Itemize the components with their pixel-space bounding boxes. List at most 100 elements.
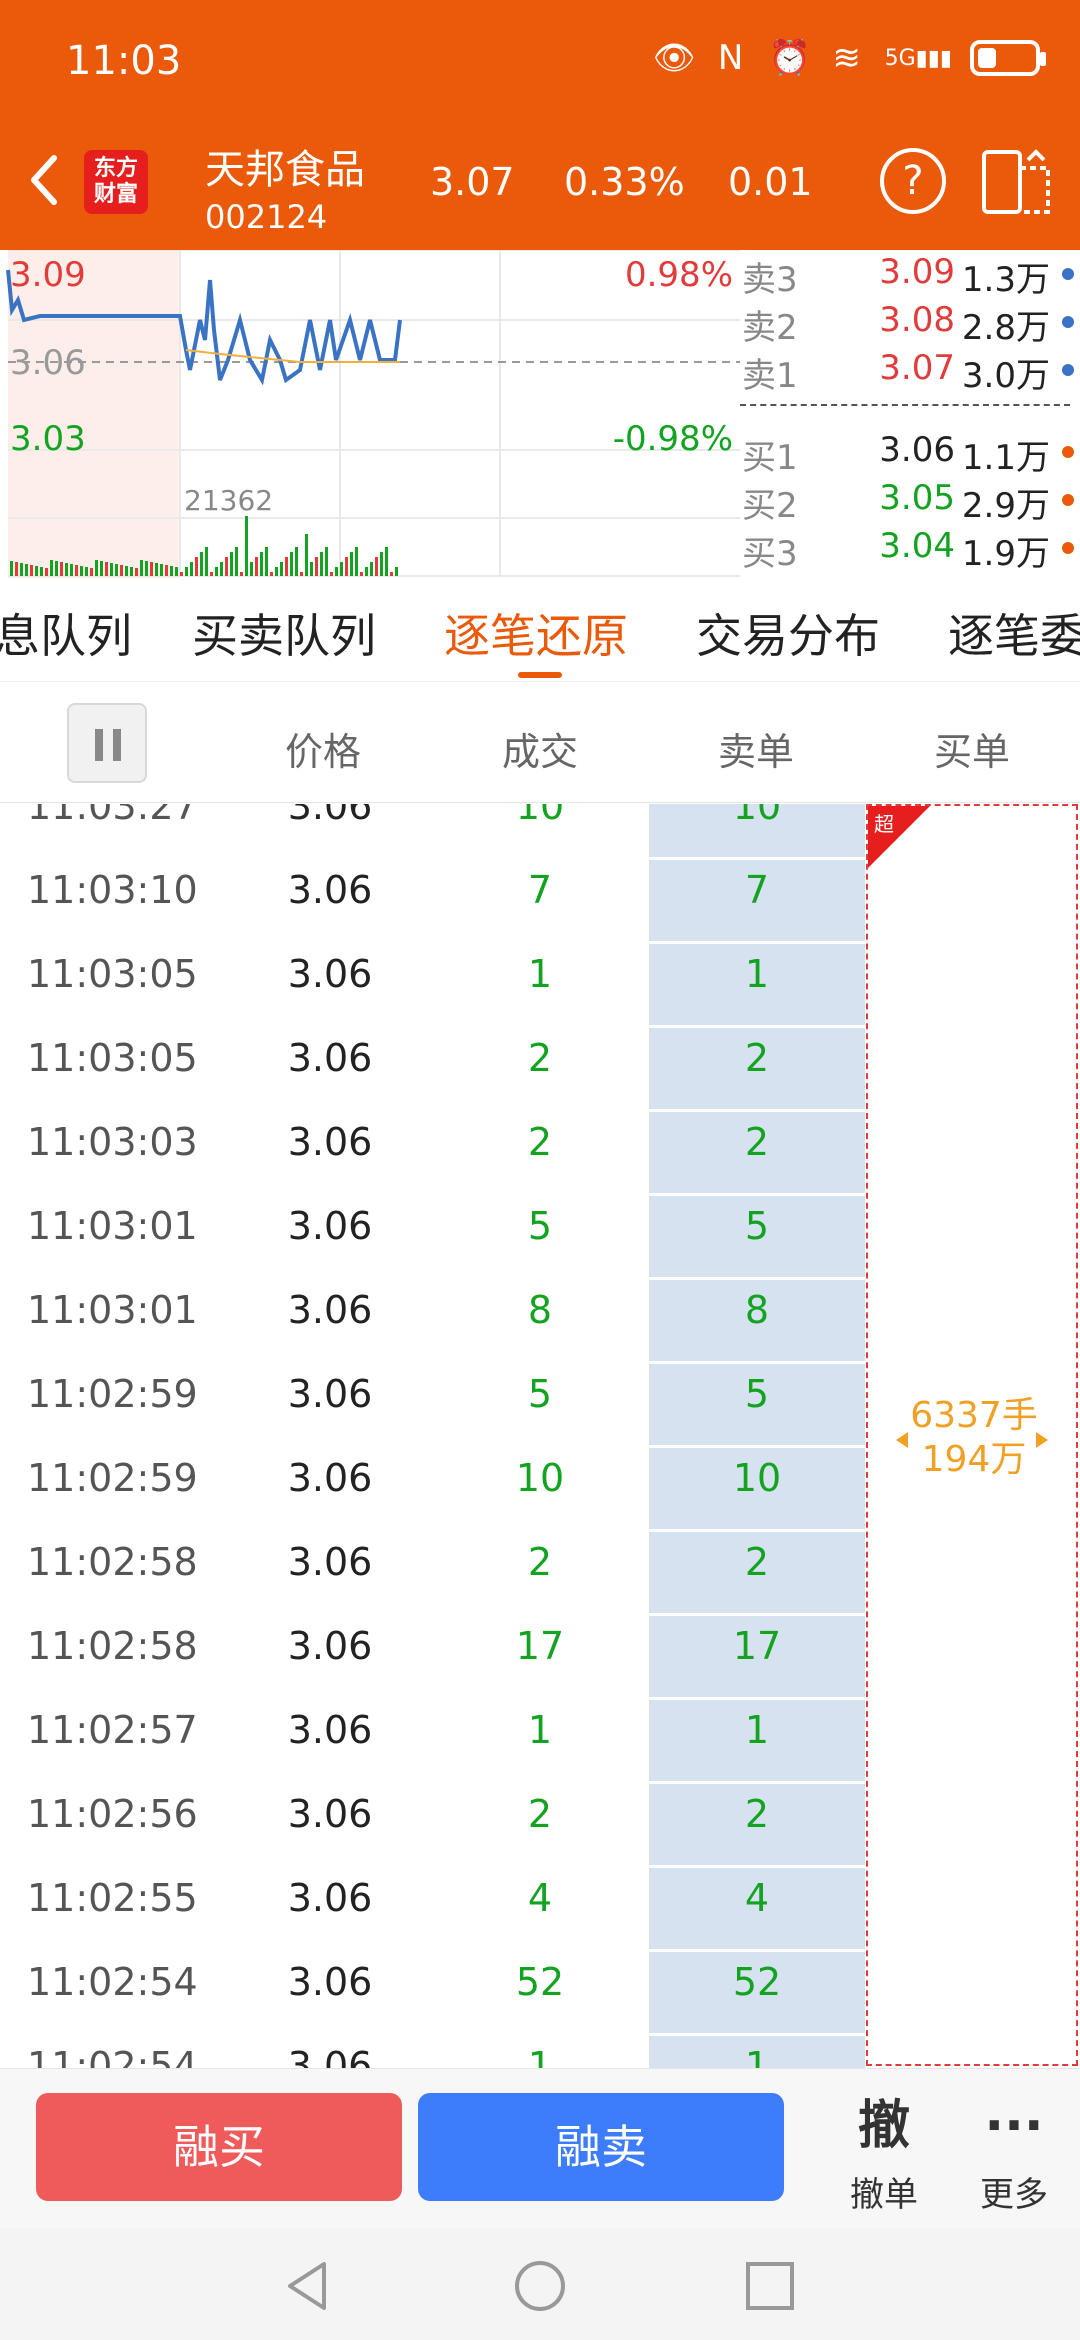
margin-buy-button[interactable]: 融买 bbox=[36, 2093, 402, 2201]
trade-sell-order: 7 bbox=[649, 860, 865, 941]
volume-bar bbox=[380, 552, 383, 576]
trade-price: 3.06 bbox=[287, 952, 373, 996]
pause-icon[interactable] bbox=[67, 703, 147, 783]
volume-bar bbox=[285, 557, 288, 576]
battery-icon bbox=[970, 40, 1046, 76]
tab-queue[interactable]: 息队列 bbox=[0, 600, 132, 666]
volume-bar bbox=[355, 547, 358, 576]
tab-tick-orders[interactable]: 逐笔委 bbox=[948, 600, 1080, 666]
bid-row: 买1 3.06 1.1万 bbox=[740, 430, 1080, 478]
trade-time: 11:02:55 bbox=[27, 1876, 198, 1920]
trade-time: 11:03:27 bbox=[27, 804, 198, 828]
volume-bar bbox=[40, 567, 43, 576]
tab-trade-distribution[interactable]: 交易分布 bbox=[696, 600, 880, 666]
big-buy-order-box[interactable]: 超 6337手 194万 bbox=[866, 804, 1078, 2066]
more-label: 更多 bbox=[980, 2175, 1048, 2215]
more-button[interactable]: ··· 更多 bbox=[954, 2091, 1074, 2216]
volume-peak-label: 21362 bbox=[184, 484, 273, 517]
price-low-label: 3.03 bbox=[10, 419, 86, 459]
volume-bar bbox=[105, 562, 108, 576]
volume-bar bbox=[335, 567, 338, 576]
volume-bar bbox=[315, 557, 318, 576]
trade-volume: 5 bbox=[527, 1372, 553, 1416]
col-price: 价格 bbox=[284, 730, 361, 774]
pct-high-label: 0.98% bbox=[625, 255, 733, 295]
volume-bar bbox=[370, 562, 373, 576]
action-bar: 融买 融卖 撤 撤单 ··· 更多 bbox=[0, 2068, 1080, 2228]
tab-bar: 息队列 买卖队列 逐笔还原 交易分布 逐笔委 bbox=[0, 578, 1080, 682]
ask-row: 卖3 3.09 1.3万 bbox=[740, 252, 1080, 300]
trade-price: 3.06 bbox=[287, 1960, 373, 2004]
volume-bar bbox=[100, 561, 103, 576]
volume-bar bbox=[160, 564, 163, 576]
volume-bar bbox=[55, 561, 58, 576]
stock-name[interactable]: 天邦食品 bbox=[205, 137, 365, 195]
nav-home-icon[interactable] bbox=[510, 2256, 570, 2316]
eye-icon: 👁 bbox=[652, 38, 696, 78]
volume-bar bbox=[130, 567, 133, 576]
volume-bar bbox=[90, 568, 93, 576]
trade-price: 3.06 bbox=[287, 2044, 373, 2068]
trade-time: 11:03:10 bbox=[27, 868, 198, 912]
header-price: 3.07 bbox=[430, 160, 515, 204]
tab-tick-restore[interactable]: 逐笔还原 bbox=[444, 600, 628, 666]
volume-bar bbox=[350, 552, 353, 576]
intraday-chart[interactable]: 3.09 3.06 3.03 0.98% -0.98% 21362 bbox=[0, 250, 740, 578]
volume-bar bbox=[325, 547, 328, 576]
volume-bar bbox=[310, 562, 313, 576]
trade-time: 11:02:58 bbox=[27, 1624, 198, 1668]
help-icon[interactable]: ? bbox=[880, 148, 946, 214]
ask-row: 卖1 3.07 3.0万 bbox=[740, 348, 1080, 396]
volume-bar bbox=[145, 561, 148, 576]
col-sell: 卖单 bbox=[717, 730, 794, 774]
volume-bar bbox=[150, 562, 153, 576]
volume-bar bbox=[240, 572, 243, 576]
trade-price: 3.06 bbox=[287, 1120, 373, 1164]
more-icon: ··· bbox=[984, 2096, 1044, 2156]
nav-recents-icon[interactable] bbox=[740, 2256, 800, 2316]
trade-sell-order: 10 bbox=[649, 1448, 865, 1529]
volume-bar bbox=[135, 568, 138, 576]
trade-sell-order: 2 bbox=[649, 1028, 865, 1109]
trade-price: 3.06 bbox=[287, 804, 373, 828]
volume-bar bbox=[15, 562, 18, 576]
header-change: 0.01 bbox=[728, 160, 813, 204]
volume-bar bbox=[305, 534, 308, 576]
trade-volume: 2 bbox=[527, 1540, 553, 1584]
trade-price: 3.06 bbox=[287, 1708, 373, 1752]
volume-bar bbox=[140, 560, 143, 576]
trade-volume: 2 bbox=[527, 1792, 553, 1836]
nav-back-icon[interactable] bbox=[278, 2256, 338, 2316]
trade-volume: 17 bbox=[515, 1624, 565, 1668]
trade-volume: 4 bbox=[527, 1876, 553, 1920]
margin-sell-button[interactable]: 融卖 bbox=[418, 2093, 784, 2201]
trade-volume: 1 bbox=[527, 2044, 553, 2068]
orderbook-divider bbox=[740, 404, 1070, 406]
back-arrow-icon[interactable] bbox=[24, 150, 64, 210]
col-buy: 买单 bbox=[933, 730, 1010, 774]
trade-volume: 1 bbox=[527, 952, 553, 996]
volume-bar bbox=[215, 567, 218, 576]
volume-bar bbox=[185, 567, 188, 576]
volume-bar bbox=[195, 557, 198, 576]
trade-sell-order: 4 bbox=[649, 1868, 865, 1949]
volume-bar bbox=[365, 567, 368, 576]
trade-volume: 10 bbox=[515, 1456, 565, 1500]
bid-row: 买2 3.05 2.9万 bbox=[740, 478, 1080, 526]
trade-sell-order: 2 bbox=[649, 1532, 865, 1613]
tab-bid-ask-queue[interactable]: 买卖队列 bbox=[192, 600, 376, 666]
volume-bar bbox=[95, 560, 98, 576]
trade-time: 11:03:03 bbox=[27, 1120, 198, 1164]
trade-price: 3.06 bbox=[287, 1204, 373, 1248]
volume-bar bbox=[125, 566, 128, 576]
trade-list[interactable]: 11:03:27 3.06 10 10 11:03:10 3.06 7 7 11:03:05 3.… bbox=[0, 804, 1080, 2068]
volume-bar bbox=[190, 562, 193, 576]
volume-bar bbox=[30, 565, 33, 576]
switch-view-icon[interactable] bbox=[980, 148, 1054, 216]
volume-bar bbox=[275, 567, 278, 576]
cancel-order-button[interactable]: 撤 撤单 bbox=[824, 2091, 944, 2216]
volume-bar bbox=[250, 562, 253, 576]
trade-price: 3.06 bbox=[287, 1288, 373, 1332]
price-high-label: 3.09 bbox=[10, 255, 86, 295]
order-book[interactable]: 卖3 3.09 1.3万 卖2 3.08 2.8万 卖1 3.07 3.0万 买… bbox=[740, 250, 1080, 578]
